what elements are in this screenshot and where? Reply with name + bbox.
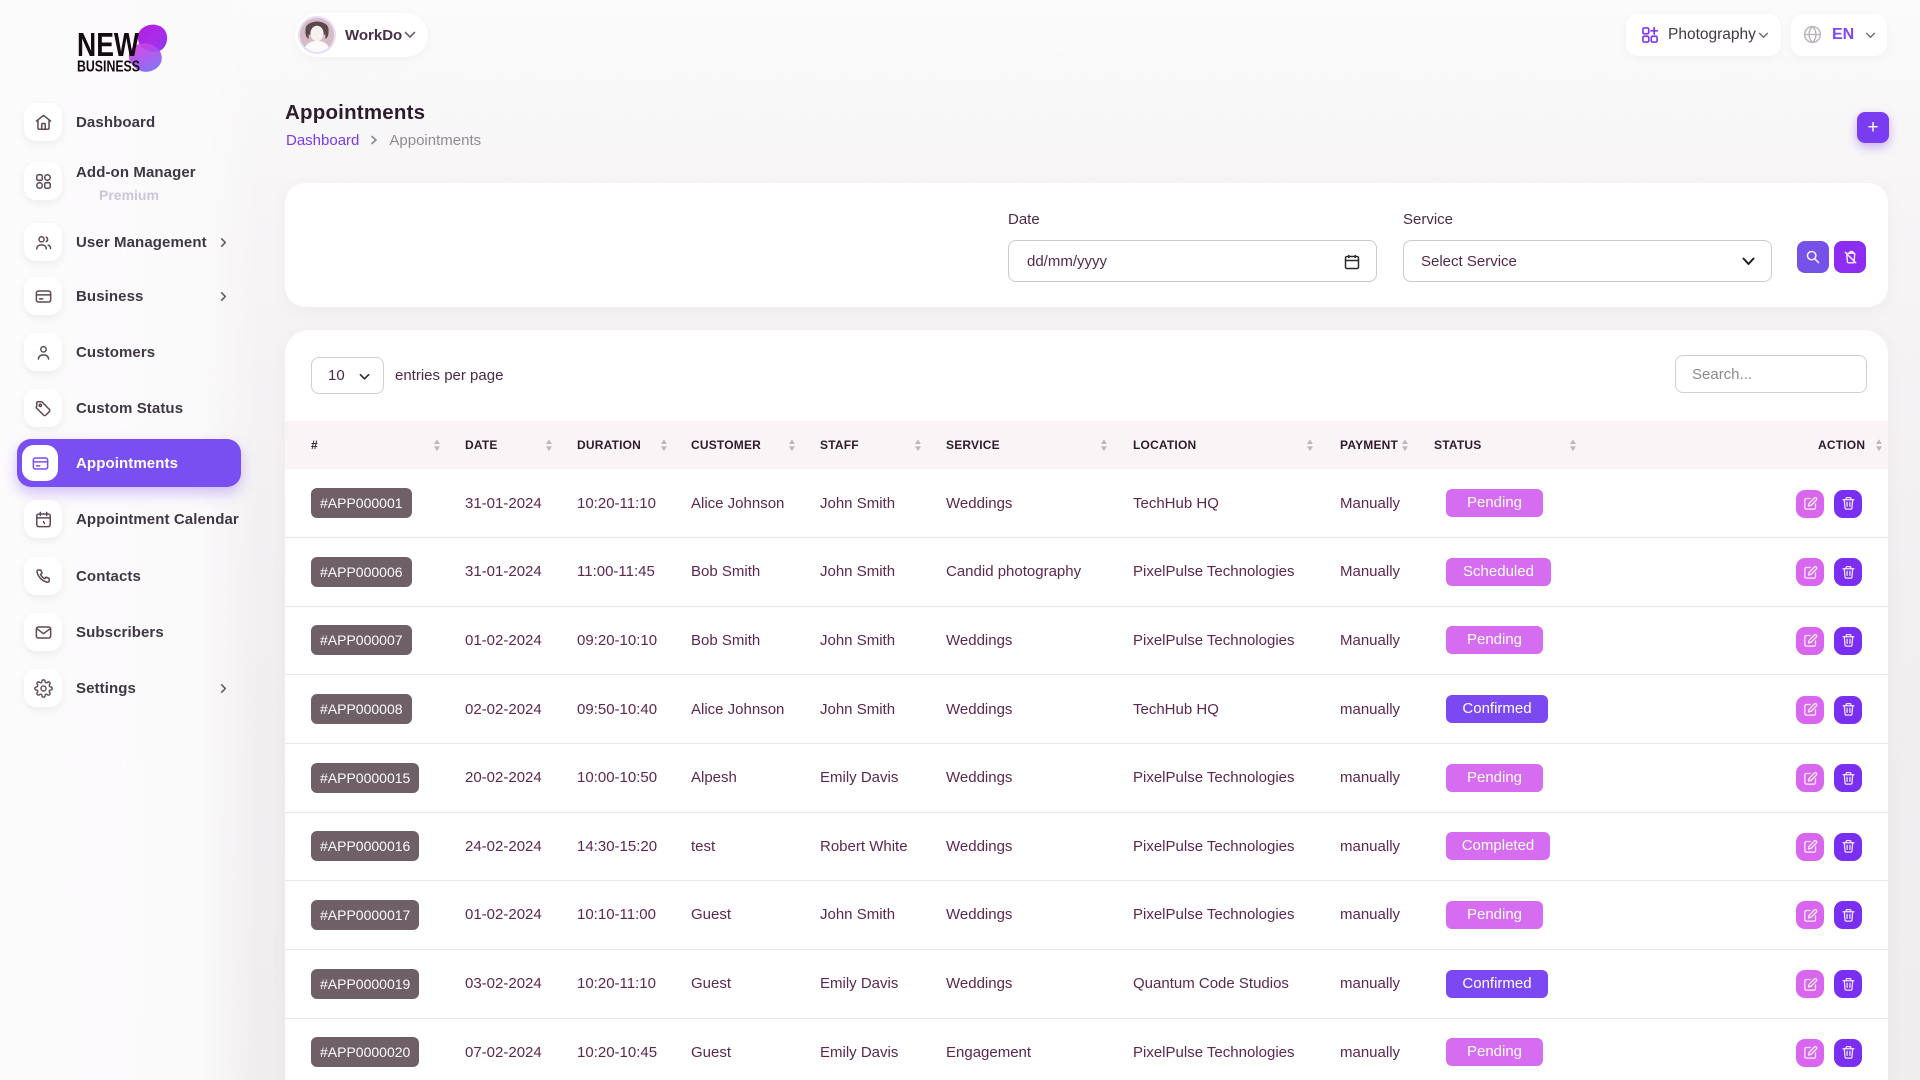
svg-text:NEW: NEW bbox=[77, 26, 140, 63]
svg-text:BUSINESS: BUSINESS bbox=[77, 59, 140, 76]
